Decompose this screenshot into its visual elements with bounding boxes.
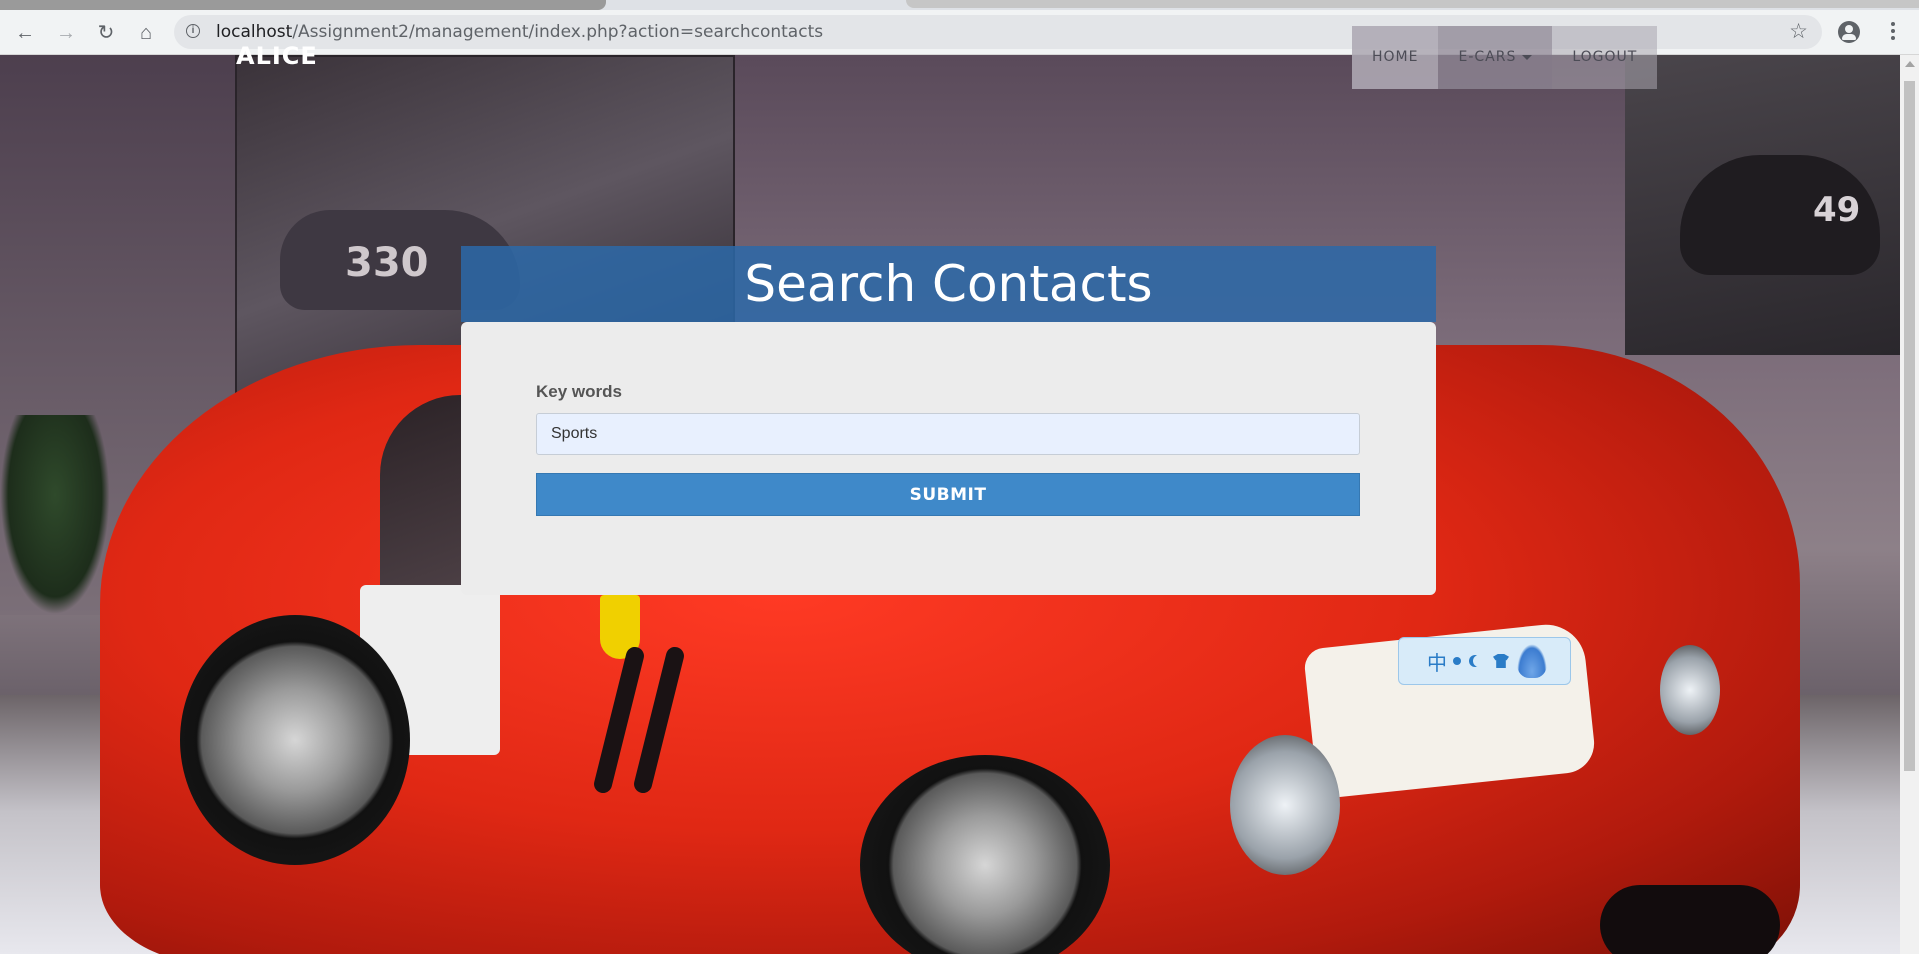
photo-number-left: 330 (345, 240, 429, 286)
nav-ecars-label: E-CARS (1458, 49, 1517, 65)
photo-number-right: 49 (1813, 190, 1861, 230)
background-plant (0, 415, 110, 615)
keywords-input[interactable] (536, 413, 1360, 455)
scrollbar-thumb[interactable] (1904, 81, 1915, 771)
submit-button[interactable]: SUBMIT (536, 473, 1360, 516)
car-headlight-left (1230, 735, 1340, 875)
nav-logout[interactable]: LOGOUT (1552, 26, 1657, 89)
main-nav: HOME E-CARS LOGOUT (1352, 26, 1658, 89)
car-rear-wheel (180, 615, 410, 865)
car-grille (1600, 885, 1780, 954)
bookmark-star-icon[interactable]: ☆ (1789, 19, 1808, 44)
reload-icon[interactable]: ↻ (93, 20, 119, 46)
search-form-panel: Key words SUBMIT (461, 322, 1436, 595)
url-path: /Assignment2/management/index.php?action… (292, 22, 824, 42)
active-tab[interactable] (0, 0, 606, 10)
info-icon[interactable]: i (186, 24, 200, 38)
search-panel-header: Search Contacts (461, 246, 1436, 322)
ime-punctuation-icon[interactable] (1453, 657, 1461, 665)
page-title: Search Contacts (744, 255, 1153, 313)
home-icon[interactable]: ⌂ (133, 20, 159, 46)
ime-chinese-mode[interactable]: 中 (1427, 647, 1447, 676)
car-headlight-right (1660, 645, 1720, 735)
scroll-up-arrow-icon[interactable] (1905, 61, 1915, 67)
url-host: localhost (216, 22, 293, 42)
ime-moon-icon[interactable] (1473, 655, 1485, 667)
browser-menu-icon[interactable] (1890, 20, 1896, 44)
nav-home[interactable]: HOME (1352, 26, 1439, 89)
url-text[interactable]: localhost/Assignment2/management/index.p… (216, 22, 823, 42)
inactive-tab[interactable] (906, 0, 1919, 8)
ime-toolbar[interactable]: 中 (1398, 637, 1571, 685)
nav-ecars-dropdown[interactable]: E-CARS (1438, 26, 1553, 89)
forward-arrow-icon[interactable]: → (53, 20, 79, 46)
caret-down-icon (1522, 54, 1533, 60)
background-photo-right: 49 (1625, 55, 1900, 355)
back-arrow-icon[interactable]: ← (12, 20, 38, 46)
ime-skin-icon[interactable] (1493, 654, 1509, 668)
site-brand[interactable]: ALICE (236, 42, 318, 70)
ime-flower-logo-icon[interactable] (1517, 644, 1547, 678)
page-scrollbar[interactable] (1900, 55, 1919, 954)
tab-strip (0, 0, 1919, 10)
keywords-label: Key words (536, 382, 622, 401)
profile-avatar-icon[interactable] (1838, 21, 1860, 43)
